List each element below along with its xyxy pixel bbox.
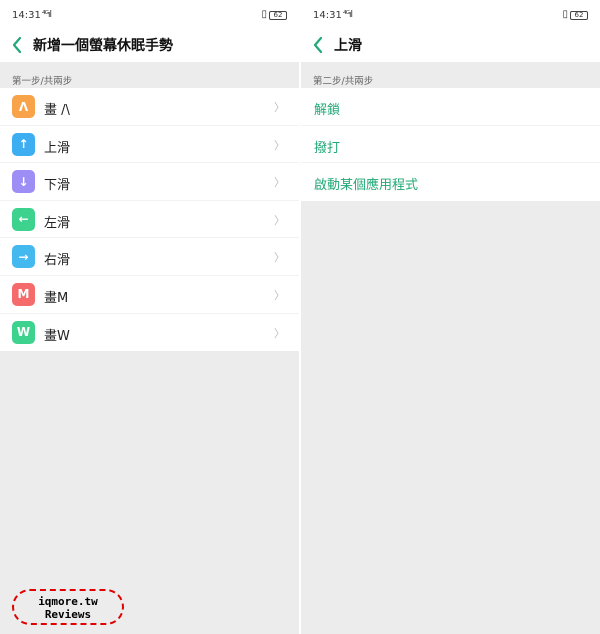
signal-icon: ⁴ᴳıl xyxy=(42,10,52,20)
chevron-right-icon: 〉 xyxy=(274,101,285,114)
step-label: 第二步/共兩步 xyxy=(313,76,374,87)
left-screen: 14:31 ⁴ᴳıl ▯ 62 新增一個螢幕休眠手勢 第一步/共兩步 Λ 畫 /… xyxy=(0,0,299,634)
status-bar: 14:31 ⁴ᴳıl ▯ 62 xyxy=(301,0,600,30)
arrow-up-icon: ↑ xyxy=(12,132,35,156)
action-item-launch-app[interactable]: 啟動某個應用程式 xyxy=(301,163,600,201)
status-bar: 14:31 ⁴ᴳıl ▯ 62 xyxy=(0,0,299,30)
status-time: 14:31 xyxy=(313,10,342,21)
gesture-label: 畫W xyxy=(44,328,70,344)
chevron-right-icon: 〉 xyxy=(274,251,285,265)
gesture-item-swipe-up[interactable]: ↑ 上滑 〉 xyxy=(0,126,299,164)
gesture-caret-icon: Λ xyxy=(12,95,35,118)
status-time: 14:31 xyxy=(12,10,41,21)
arrow-down-icon: ↓ xyxy=(12,170,35,194)
right-screen: 14:31 ⁴ᴳıl ▯ 62 上滑 第二步/共兩步 解鎖 撥打 啟動某個應用程… xyxy=(301,0,600,634)
action-item-call[interactable]: 撥打 xyxy=(301,126,600,164)
action-item-unlock[interactable]: 解鎖 xyxy=(301,88,600,126)
gesture-list: Λ 畫 /\ 〉 ↑ 上滑 〉 ↓ 下滑 〉 ← 左滑 〉 → 右滑 〉 M 畫… xyxy=(0,88,299,352)
watermark-line-1: iqmore.tw xyxy=(38,595,98,608)
gesture-item-draw-caret[interactable]: Λ 畫 /\ 〉 xyxy=(0,88,299,126)
battery-icon: 62 xyxy=(570,11,588,20)
action-label: 撥打 xyxy=(314,140,341,156)
chevron-right-icon: 〉 xyxy=(274,213,285,227)
action-label: 啟動某個應用程式 xyxy=(314,178,419,194)
gesture-label: 上滑 xyxy=(44,140,71,156)
arrow-right-icon: → xyxy=(12,245,35,269)
chevron-right-icon: 〉 xyxy=(274,176,285,190)
battery-icon: 62 xyxy=(269,11,287,20)
nav-bar: 上滑 xyxy=(301,30,600,62)
gesture-label: 畫M xyxy=(44,290,69,306)
step-label: 第一步/共兩步 xyxy=(12,76,73,87)
action-list: 解鎖 撥打 啟動某個應用程式 xyxy=(301,88,600,201)
gesture-label: 下滑 xyxy=(44,178,71,194)
gesture-label: 畫 /\ xyxy=(44,103,70,118)
nav-bar: 新增一個螢幕休眠手勢 xyxy=(0,30,299,62)
watermark-line-2: Reviews xyxy=(44,608,92,621)
gesture-label: 左滑 xyxy=(44,215,71,231)
action-label: 解鎖 xyxy=(314,103,341,118)
gesture-label: 右滑 xyxy=(44,253,71,269)
signal-icon: ⁴ᴳıl xyxy=(343,10,353,20)
gesture-item-draw-w[interactable]: W 畫W 〉 xyxy=(0,314,299,352)
gesture-item-swipe-right[interactable]: → 右滑 〉 xyxy=(0,238,299,276)
arrow-left-icon: ← xyxy=(12,207,35,231)
vibrate-icon: ▯ xyxy=(562,9,568,20)
chevron-right-icon: 〉 xyxy=(274,288,285,302)
gesture-m-icon: M xyxy=(12,282,35,306)
chevron-right-icon: 〉 xyxy=(274,138,285,152)
gesture-w-icon: W xyxy=(12,320,35,344)
chevron-right-icon: 〉 xyxy=(274,326,285,340)
chevron-left-icon[interactable] xyxy=(8,33,28,57)
page-title: 新增一個螢幕休眠手勢 xyxy=(33,38,173,54)
gesture-item-draw-m[interactable]: M 畫M 〉 xyxy=(0,276,299,314)
chevron-left-icon[interactable] xyxy=(309,33,329,57)
page-title: 上滑 xyxy=(334,38,362,54)
gesture-item-swipe-left[interactable]: ← 左滑 〉 xyxy=(0,201,299,239)
gesture-item-swipe-down[interactable]: ↓ 下滑 〉 xyxy=(0,163,299,201)
vibrate-icon: ▯ xyxy=(261,9,267,20)
watermark-logo: iqmore.tw Reviews xyxy=(12,589,124,625)
